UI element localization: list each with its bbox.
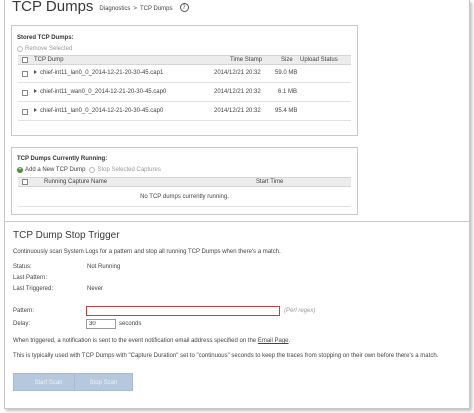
email-page-link[interactable]: Email Page: [258, 338, 289, 344]
notification-note: When triggered, a notification is sent t…: [13, 338, 291, 344]
col-tcp-dump[interactable]: TCP Dump: [34, 57, 64, 63]
col-upload-status[interactable]: Upload Status: [300, 57, 338, 63]
stop-selected-button[interactable]: Stop Selected Captures: [89, 167, 161, 173]
add-tcp-dump-label: Add a New TCP Dump: [25, 167, 86, 173]
delay-unit: seconds: [119, 321, 142, 327]
last-triggered-label: Last Triggered:: [13, 286, 54, 292]
stop-trigger-description: Continuously scan System Logs for a patt…: [13, 249, 281, 255]
stored-dumps-title: Stored TCP Dumps:: [17, 35, 74, 41]
delay-input[interactable]: [86, 319, 116, 329]
row-size: 95.4 MB: [275, 108, 298, 114]
breadcrumb: Diagnostics > TCP Dumps: [99, 6, 172, 12]
col-running-capture-name[interactable]: Running Capture Name: [44, 179, 107, 185]
remove-selected-button[interactable]: Remove Selected: [17, 46, 72, 52]
expand-caret-icon[interactable]: [34, 89, 37, 94]
remove-selected-label: Remove Selected: [25, 46, 73, 52]
usage-note: This is typically used with TCP Dumps wi…: [13, 353, 439, 359]
row-checkbox[interactable]: [22, 71, 28, 77]
table-row[interactable]: chief-int11_lan0_0_2014-12-21-20-30-45.c…: [18, 65, 351, 83]
table-row[interactable]: chief-int11_wan0_0_2014-12-21-20-30-45.c…: [18, 84, 351, 102]
row-timestamp: 2014/12/21 20:32: [214, 70, 261, 76]
pattern-label: Pattern:: [13, 308, 35, 314]
breadcrumb-separator: >: [133, 6, 137, 12]
row-checkbox[interactable]: [22, 109, 28, 115]
row-timestamp: 2014/12/21 20:32: [214, 108, 261, 114]
col-time-stamp[interactable]: Time Stamp: [230, 57, 262, 63]
empty-running-message: No TCP dumps currently running.: [140, 194, 229, 200]
add-tcp-dump-button[interactable]: + Add a New TCP Dump: [17, 167, 85, 173]
breadcrumb-tcp-dumps: TCP Dumps: [139, 6, 173, 12]
expand-caret-icon[interactable]: [34, 108, 37, 113]
row-size: 59.0 MB: [275, 70, 298, 76]
pattern-input[interactable]: [86, 306, 280, 316]
select-all-running-checkbox[interactable]: [22, 179, 28, 185]
breadcrumb-diagnostics[interactable]: Diagnostics: [99, 6, 130, 12]
pattern-hint: (Perl regex): [284, 308, 316, 314]
row-name[interactable]: chief-int11_wan0_0_2014-12-21-20-30-45.c…: [34, 89, 166, 95]
col-size[interactable]: Size: [281, 57, 293, 63]
status-label: Status:: [13, 264, 32, 270]
row-timestamp: 2014/12/21 20:32: [214, 89, 261, 95]
stop-radio-icon: [89, 167, 96, 173]
select-all-checkbox[interactable]: [22, 57, 28, 63]
running-table-header: Running Capture Name Start Time: [18, 177, 351, 187]
remove-radio-icon: [17, 46, 23, 52]
row-size: 6.1 MB: [278, 89, 298, 95]
row-name[interactable]: chief-int11_lan0_0_2014-12-21-20-30-45.c…: [34, 108, 163, 114]
col-start-time[interactable]: Start Time: [256, 179, 283, 185]
help-icon[interactable]: ?: [179, 3, 189, 12]
last-triggered-value: Never: [87, 286, 104, 292]
delay-label: Delay:: [13, 321, 31, 327]
running-dumps-title: TCP Dumps Currently Running:: [17, 156, 108, 162]
stop-selected-label: Stop Selected Captures: [97, 167, 161, 173]
stored-dumps-panel: Stored TCP Dumps: Remove Selected TCP Du…: [11, 25, 358, 136]
last-pattern-label: Last Pattern:: [13, 275, 48, 281]
row-divider: [18, 206, 351, 207]
stop-trigger-title: TCP Dump Stop Trigger: [13, 230, 120, 241]
row-name[interactable]: chief-int11_lan0_0_2014-12-21-20-30-45.c…: [34, 70, 163, 76]
add-icon: +: [17, 167, 23, 173]
status-value: Not Running: [87, 264, 121, 270]
section-divider: [5, 221, 469, 222]
row-checkbox[interactable]: [22, 90, 28, 96]
page-title: TCP Dumps: [12, 0, 94, 15]
page-header: TCP Dumps Diagnostics > TCP Dumps ?: [12, 0, 189, 14]
table-row[interactable]: chief-int11_lan0_0_2014-12-21-20-30-45.c…: [18, 103, 351, 121]
expand-caret-icon[interactable]: [34, 70, 37, 75]
stop-scan-button[interactable]: Stop Scan: [74, 373, 133, 391]
running-dumps-panel: TCP Dumps Currently Running: + Add a New…: [11, 147, 358, 215]
running-actions: + Add a New TCP Dump Stop Selected Captu…: [17, 167, 161, 173]
stored-table-header: TCP Dump Time Stamp Size Upload Status: [18, 55, 351, 65]
